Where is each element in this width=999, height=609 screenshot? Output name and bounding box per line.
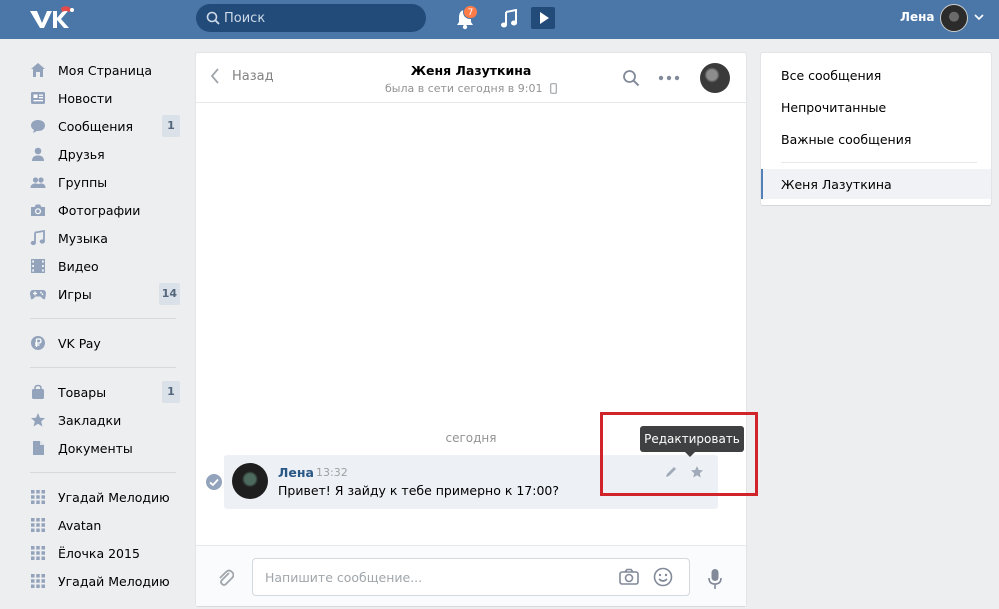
peer-status-text: была в сети сегодня в 9:01 bbox=[384, 82, 543, 95]
vk-logo-icon[interactable] bbox=[28, 6, 74, 32]
sidebar-item[interactable]: Закладки bbox=[30, 406, 182, 434]
message-avatar[interactable] bbox=[232, 463, 268, 499]
sidebar-item-label: Ёлочка 2015 bbox=[58, 545, 140, 561]
sidebar-item-label: VK Pay bbox=[58, 335, 101, 351]
filter-active-label: Женя Лазуткина bbox=[781, 177, 892, 192]
film-icon bbox=[31, 259, 45, 273]
more-icon[interactable] bbox=[658, 75, 680, 81]
message-input-box[interactable] bbox=[252, 558, 690, 596]
sidebar-item[interactable]: Ёлочка 2015 bbox=[30, 539, 182, 567]
star-icon bbox=[31, 413, 45, 427]
sidebar-item-count[interactable]: 14 bbox=[158, 283, 180, 305]
message-author[interactable]: Лена bbox=[278, 465, 314, 480]
sidebar-divider bbox=[30, 318, 176, 319]
camera-icon[interactable] bbox=[619, 568, 639, 586]
sidebar-item[interactable]: Игры 14 bbox=[30, 280, 182, 308]
sidebar-item-label: Угадай Мелодию bbox=[58, 573, 170, 589]
sidebar-item-label: Новости bbox=[58, 90, 113, 106]
ruble-coin-icon bbox=[31, 336, 45, 350]
filter-divider bbox=[781, 162, 977, 163]
sidebar-item-label: Avatan bbox=[58, 517, 102, 533]
sidebar-item[interactable]: Avatan bbox=[30, 511, 182, 539]
peer-avatar[interactable] bbox=[700, 63, 730, 93]
sidebar-item[interactable]: Товары 1 bbox=[30, 378, 182, 406]
friend-icon bbox=[32, 147, 44, 161]
sidebar-item-label: Музыка bbox=[58, 230, 108, 246]
chat-header: Назад Женя Лазуткина была в сети сегодня… bbox=[196, 53, 746, 103]
sidebar-item-label: Друзья bbox=[58, 146, 105, 162]
header-user-name[interactable]: Лена bbox=[900, 10, 935, 24]
filter-all-messages[interactable]: Все сообщения bbox=[781, 68, 881, 83]
sidebar-item-label: Угадай Мелодию bbox=[58, 489, 170, 505]
sidebar-item-label: Закладки bbox=[58, 412, 122, 428]
sidebar-divider bbox=[30, 472, 176, 473]
search-box[interactable] bbox=[196, 4, 426, 32]
sidebar-item[interactable]: Сообщения 1 bbox=[30, 112, 182, 140]
home-icon bbox=[31, 63, 45, 77]
search-icon bbox=[206, 11, 220, 25]
mobile-icon bbox=[550, 83, 557, 94]
sidebar-item-label: Игры bbox=[58, 286, 92, 302]
sidebar-item-label: Документы bbox=[58, 440, 133, 456]
filter-active-conversation[interactable]: Женя Лазуткина bbox=[761, 169, 991, 199]
news-icon bbox=[31, 92, 45, 104]
message-time[interactable]: 13:32 bbox=[316, 466, 348, 479]
composer bbox=[196, 545, 746, 606]
peer-status: была в сети сегодня в 9:01 bbox=[196, 82, 746, 95]
microphone-icon[interactable] bbox=[708, 568, 722, 590]
filter-unread[interactable]: Непрочитанные bbox=[781, 100, 886, 115]
sidebar-item-label: Группы bbox=[58, 174, 108, 190]
play-button[interactable] bbox=[531, 7, 555, 29]
music-note-icon bbox=[30, 230, 45, 246]
search-icon[interactable] bbox=[622, 69, 640, 87]
message-input[interactable] bbox=[265, 559, 605, 595]
paperclip-icon[interactable] bbox=[216, 566, 234, 588]
highlight-frame bbox=[600, 412, 758, 496]
sidebar-item[interactable]: Фотографии bbox=[30, 196, 182, 224]
sidebar-item[interactable]: VK Pay bbox=[30, 329, 182, 357]
sidebar-item[interactable]: Новости bbox=[30, 84, 182, 112]
sidebar-divider bbox=[30, 367, 176, 368]
smile-icon[interactable] bbox=[653, 567, 673, 587]
chevron-down-icon[interactable] bbox=[974, 12, 984, 22]
sidebar-item[interactable]: Группы bbox=[30, 168, 182, 196]
app-grid-icon bbox=[31, 518, 45, 532]
camera-icon bbox=[31, 204, 45, 216]
app-grid-icon bbox=[31, 546, 45, 560]
sidebar-item[interactable]: Музыка bbox=[30, 224, 182, 252]
groups-icon bbox=[30, 177, 46, 188]
sidebar-item-label: Товары bbox=[58, 384, 107, 400]
app-grid-icon bbox=[31, 574, 45, 588]
sidebar-item-label: Сообщения bbox=[58, 118, 134, 134]
chat-panel: Назад Женя Лазуткина была в сети сегодня… bbox=[196, 53, 758, 606]
avatar[interactable] bbox=[940, 4, 968, 32]
top-bar: 7 Лена bbox=[0, 0, 999, 39]
gamepad-icon bbox=[30, 290, 46, 300]
message-text: Привет! Я зайду к тебе примерно к 17:00? bbox=[278, 483, 560, 498]
notifications-badge: 7 bbox=[463, 5, 478, 19]
sidebar-item-label: Видео bbox=[58, 258, 99, 274]
search-input[interactable] bbox=[224, 4, 414, 32]
sidebar-item-count[interactable]: 1 bbox=[162, 381, 180, 403]
sidebar-item[interactable]: Угадай Мелодию bbox=[30, 567, 182, 595]
sidebar-item[interactable]: Видео bbox=[30, 252, 182, 280]
music-note-icon[interactable] bbox=[500, 9, 518, 29]
sidebar-item[interactable]: Друзья bbox=[30, 140, 182, 168]
message-filters: Все сообщения Непрочитанные Важные сообщ… bbox=[761, 53, 991, 205]
sidebar-item[interactable]: Моя Страница bbox=[30, 56, 182, 84]
sidebar-item[interactable]: Угадай Мелодию bbox=[30, 483, 182, 511]
document-icon bbox=[33, 441, 44, 455]
shopping-bag-icon bbox=[32, 384, 44, 399]
sidebar-item[interactable]: Документы bbox=[30, 434, 182, 462]
sidebar-item-label: Моя Страница bbox=[58, 62, 152, 78]
app-grid-icon bbox=[31, 490, 45, 504]
messages-icon bbox=[31, 120, 45, 133]
filter-important[interactable]: Важные сообщения bbox=[781, 132, 911, 147]
sidebar-item-label: Фотографии bbox=[58, 202, 141, 218]
left-sidebar: Моя Страница Новости Сообщения 1 Друзья Групп… bbox=[30, 56, 182, 595]
check-icon bbox=[209, 478, 219, 487]
selected-check-icon[interactable] bbox=[206, 474, 222, 490]
sidebar-item-count[interactable]: 1 bbox=[162, 115, 180, 137]
